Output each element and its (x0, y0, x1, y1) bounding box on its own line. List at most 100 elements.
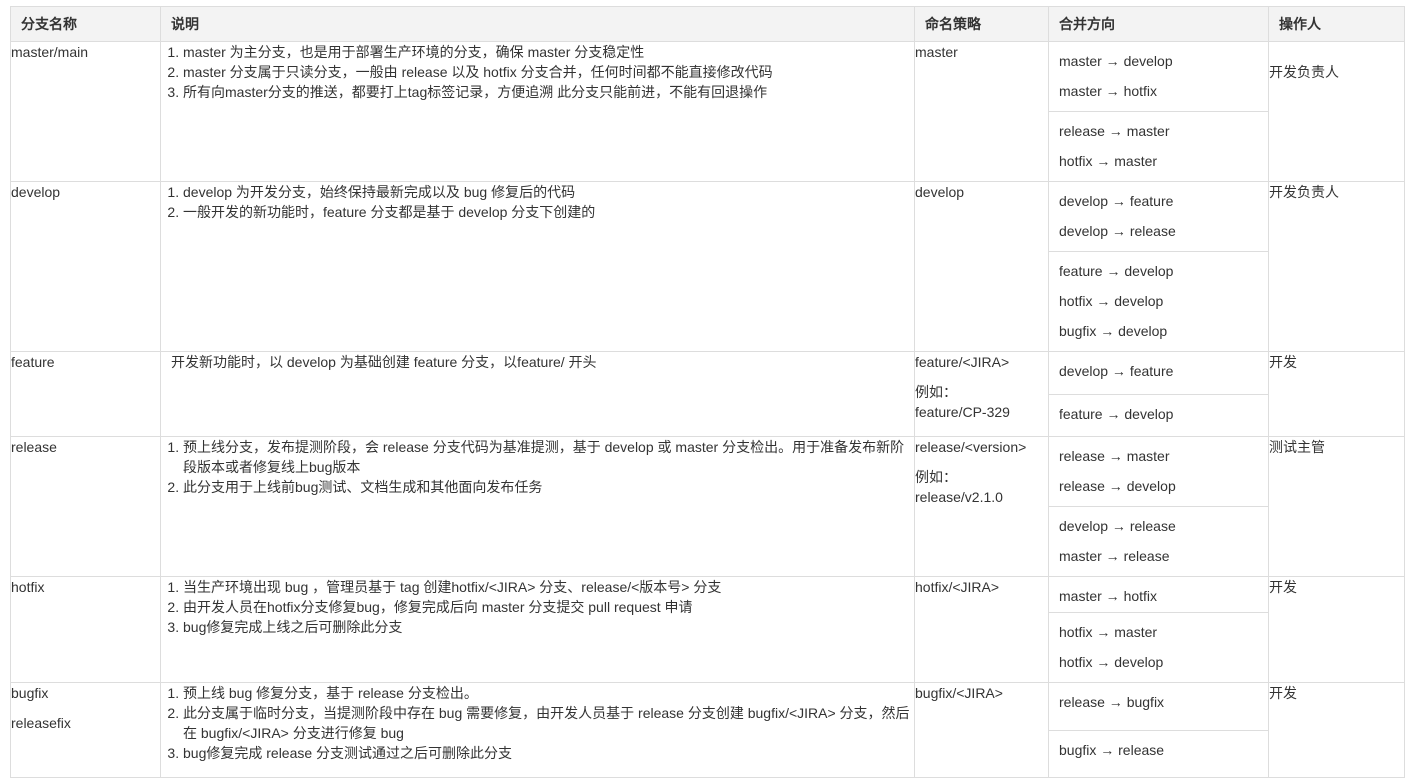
description-item: 此分支属于临时分支，当提测阶段中存在 bug 需要修复，由开发人员基于 rele… (183, 703, 914, 743)
merge-group-incoming: hotfix → master hotfix → develop (1049, 612, 1268, 682)
operator: 开发负责人 (1269, 184, 1339, 200)
merge-group-incoming: release → master hotfix → master (1049, 111, 1268, 181)
merge-direction: hotfix → develop (1059, 293, 1164, 309)
naming-pattern: bugfix/<JIRA> (915, 685, 1003, 701)
table-header-row: 分支名称 说明 命名策略 合并方向 操作人 (10, 6, 1405, 42)
description-item: develop 为开发分支，始终保持最新完成以及 bug 修复后的代码 (183, 182, 914, 202)
merge-direction: develop → feature (1059, 193, 1174, 209)
merge-direction: hotfix → master (1059, 153, 1158, 169)
merge-direction: release → bugfix (1059, 694, 1165, 710)
table-row-develop: develop develop 为开发分支，始终保持最新完成以及 bug 修复后… (10, 181, 1405, 352)
description-item: master 为主分支，也是用于部署生产环境的分支，确保 master 分支稳定… (183, 42, 914, 62)
branch-name: release (11, 439, 57, 455)
merge-direction: hotfix → develop (1059, 654, 1164, 670)
description-item: 当生产环境出现 bug ，管理员基于 tag 创建hotfix/<JIRA> 分… (183, 577, 914, 597)
naming-example: release/v2.1.0 (915, 489, 1003, 505)
operator-cell: 开发 (1268, 351, 1405, 437)
merge-direction: master → release (1059, 548, 1170, 564)
merge-group-outgoing: master → hotfix (1049, 577, 1268, 612)
naming-pattern: master (915, 44, 958, 60)
branch-name: develop (11, 184, 61, 200)
table-row-hotfix: hotfix 当生产环境出现 bug ，管理员基于 tag 创建hotfix/<… (10, 576, 1405, 683)
header-description: 说明 (160, 6, 915, 42)
naming-cell: master (914, 41, 1049, 182)
description-cell: 当生产环境出现 bug ，管理员基于 tag 创建hotfix/<JIRA> 分… (160, 576, 915, 683)
merge-direction: hotfix → master (1059, 624, 1158, 640)
merge-cell: release → bugfix bugfix → release (1048, 682, 1269, 778)
table-row-release: release 预上线分支，发布提测阶段，会 release 分支代码为基准提测… (10, 436, 1405, 577)
naming-example-label: 例如： (915, 384, 957, 400)
table-row-bugfix: bugfix releasefix 预上线 bug 修复分支，基于 releas… (10, 682, 1405, 778)
operator-cell: 测试主管 (1268, 436, 1405, 577)
description-cell: 开发新功能时，以 develop 为基础创建 feature 分支，以featu… (160, 351, 915, 437)
operator: 开发负责人 (1269, 64, 1339, 80)
operator-cell: 开发负责人 (1268, 181, 1405, 352)
branch-name: hotfix (11, 579, 45, 595)
merge-direction: feature → develop (1059, 406, 1174, 422)
branch-name-cell: release (10, 436, 161, 577)
branch-strategy-table: 分支名称 说明 命名策略 合并方向 操作人 master/main master… (10, 6, 1405, 778)
merge-cell: develop → feature develop → release feat… (1048, 181, 1269, 352)
operator: 测试主管 (1269, 439, 1325, 455)
naming-example-label: 例如： (915, 469, 957, 485)
merge-cell: release → master release → develop devel… (1048, 436, 1269, 577)
merge-direction: master → develop (1059, 53, 1173, 69)
naming-cell: hotfix/<JIRA> (914, 576, 1049, 683)
merge-group-incoming: develop → release master → release (1049, 506, 1268, 576)
merge-direction: bugfix → release (1059, 742, 1165, 758)
table-row-master: master/main master 为主分支，也是用于部署生产环境的分支，确保… (10, 41, 1405, 182)
operator-cell: 开发负责人 (1268, 41, 1405, 182)
naming-pattern: feature/<JIRA> (915, 354, 1010, 370)
description-cell: develop 为开发分支，始终保持最新完成以及 bug 修复后的代码 一般开发… (160, 181, 915, 352)
description-item: 一般开发的新功能时，feature 分支都是基于 develop 分支下创建的 (183, 202, 914, 222)
description-item: 预上线 bug 修复分支，基于 release 分支检出。 (183, 683, 914, 703)
branch-name-cell: hotfix (10, 576, 161, 683)
description-item: bug修复完成 release 分支测试通过之后可删除此分支 (183, 743, 914, 763)
merge-direction: develop → feature (1059, 363, 1174, 379)
branch-name-cell: develop (10, 181, 161, 352)
header-operator: 操作人 (1268, 6, 1405, 42)
merge-group-outgoing: develop → feature (1049, 352, 1268, 394)
naming-cell: develop (914, 181, 1049, 352)
description-cell: 预上线 bug 修复分支，基于 release 分支检出。 此分支属于临时分支，… (160, 682, 915, 778)
operator-cell: 开发 (1268, 682, 1405, 778)
merge-group-outgoing: develop → feature develop → release (1049, 182, 1268, 251)
header-branch-name: 分支名称 (10, 6, 161, 42)
description-item: 预上线分支，发布提测阶段，会 release 分支代码为基准提测，基于 deve… (183, 437, 914, 477)
header-merge-direction: 合并方向 (1048, 6, 1269, 42)
merge-direction: release → master (1059, 123, 1170, 139)
operator-cell: 开发 (1268, 576, 1405, 683)
merge-group-incoming: feature → develop (1049, 394, 1268, 434)
description-list: 预上线分支，发布提测阶段，会 release 分支代码为基准提测，基于 deve… (161, 437, 914, 497)
description-item: 由开发人员在hotfix分支修复bug，修复完成后向 master 分支提交 p… (183, 597, 914, 617)
description-item: master 分支属于只读分支，一般由 release 以及 hotfix 分支… (183, 62, 914, 82)
table-row-feature: feature 开发新功能时，以 develop 为基础创建 feature 分… (10, 351, 1405, 437)
branch-name: bugfix (11, 685, 49, 701)
naming-pattern: release/<version> (915, 439, 1027, 455)
description-item: 所有向master分支的推送，都要打上tag标签记录，方便追溯 此分支只能前进，… (183, 82, 914, 102)
merge-direction: develop → release (1059, 518, 1176, 534)
merge-direction: master → hotfix (1059, 83, 1158, 99)
description-list: 预上线 bug 修复分支，基于 release 分支检出。 此分支属于临时分支，… (161, 683, 914, 763)
description-cell: master 为主分支，也是用于部署生产环境的分支，确保 master 分支稳定… (160, 41, 915, 182)
branch-name-cell: bugfix releasefix (10, 682, 161, 778)
merge-group-outgoing: release → master release → develop (1049, 437, 1268, 506)
branch-name-alias: releasefix (11, 715, 71, 731)
merge-direction: feature → develop (1059, 263, 1174, 279)
merge-group-incoming: bugfix → release (1049, 730, 1268, 770)
naming-cell: release/<version> 例如： release/v2.1.0 (914, 436, 1049, 577)
branch-name-cell: master/main (10, 41, 161, 182)
merge-cell: master → hotfix hotfix → master hotfix →… (1048, 576, 1269, 683)
description-item: 此分支用于上线前bug测试、文档生成和其他面向发布任务 (183, 477, 914, 497)
operator: 开发 (1269, 354, 1297, 370)
description-list: master 为主分支，也是用于部署生产环境的分支，确保 master 分支稳定… (161, 42, 914, 102)
naming-example: feature/CP-329 (915, 404, 1010, 420)
description-text: 开发新功能时，以 develop 为基础创建 feature 分支，以featu… (171, 354, 597, 370)
merge-direction: bugfix → develop (1059, 323, 1168, 339)
naming-cell: feature/<JIRA> 例如： feature/CP-329 (914, 351, 1049, 437)
description-item: bug修复完成上线之后可删除此分支 (183, 617, 914, 637)
naming-pattern: develop (915, 184, 965, 200)
branch-name: master/main (11, 44, 89, 60)
operator: 开发 (1269, 685, 1297, 701)
naming-cell: bugfix/<JIRA> (914, 682, 1049, 778)
